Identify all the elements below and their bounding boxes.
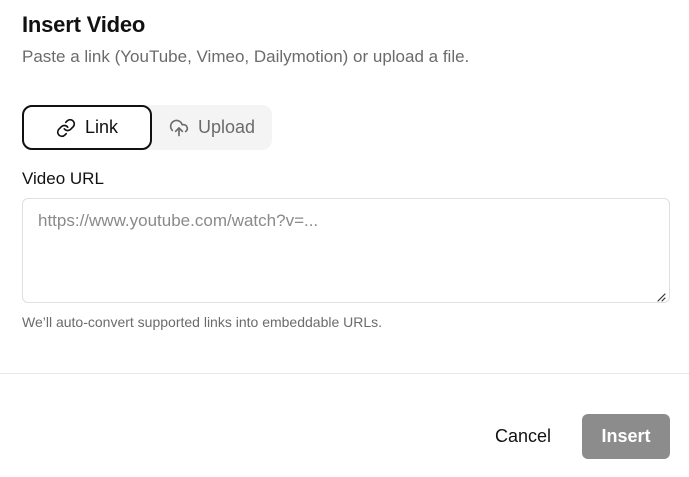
resize-grip-icon[interactable] xyxy=(656,289,666,302)
video-url-label: Video URL xyxy=(22,169,104,188)
cancel-button[interactable]: Cancel xyxy=(478,414,568,459)
insert-button[interactable]: Insert xyxy=(582,414,670,459)
video-url-input[interactable] xyxy=(22,198,670,303)
link-icon xyxy=(56,118,76,138)
source-toggle: Link Upload xyxy=(22,105,272,150)
cloud-upload-icon xyxy=(169,118,189,138)
tab-upload[interactable]: Upload xyxy=(152,105,272,150)
footer-divider xyxy=(0,373,689,374)
dialog-subtitle: Paste a link (YouTube, Vimeo, Dailymotio… xyxy=(22,47,470,66)
dialog-title: Insert Video xyxy=(22,12,146,37)
insert-video-dialog: Insert Video Paste a link (YouTube, Vime… xyxy=(0,0,689,477)
tab-link[interactable]: Link xyxy=(22,105,152,150)
tab-link-label: Link xyxy=(84,117,119,137)
tab-upload-label: Upload xyxy=(197,117,256,137)
video-url-helper: We’ll auto-convert supported links into … xyxy=(22,314,383,330)
